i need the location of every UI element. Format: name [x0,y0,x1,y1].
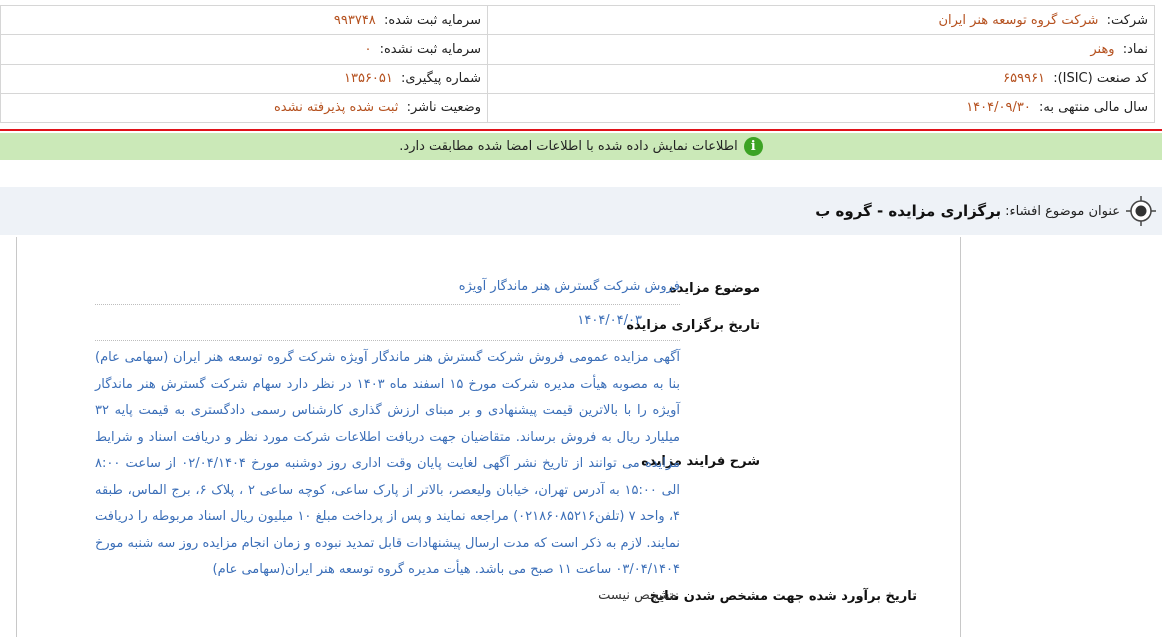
symbol-cell: نماد: وهنر [487,34,1155,65]
tracking-cell: شماره پیگیری: ۱۳۵۶۰۵۱ [0,63,488,94]
company-info-table: شرکت: شرکت گروه توسعه هنر ایران سرمایه ث… [0,4,1155,124]
registered-capital-value: ۹۹۳۷۴۸ [333,12,376,28]
isic-cell: کد صنعت (ISIC): ۶۵۹۹۶۱ [487,63,1155,94]
publisher-status-label: وضعیت ناشر: [406,100,481,116]
estimate-value: مشخص نیست [598,588,677,603]
company-label: شرکت: [1106,12,1148,28]
red-separator [0,129,1162,131]
target-icon [1126,196,1156,226]
auction-details-panel: موضوع مزایده فروش شرکت گسترش هنر ماندگار… [16,237,961,637]
fiscal-year-label: سال مالی منتهی به: [1038,100,1148,116]
company-cell: شرکت: شرکت گروه توسعه هنر ایران [487,4,1155,36]
publisher-status-cell: وضعیت ناشر: ثبت شده پذیرفته نشده [0,92,488,124]
company-value[interactable]: شرکت گروه توسعه هنر ایران [938,13,1098,28]
symbol-label: نماد: [1122,41,1148,57]
tracking-label: شماره پیگیری: [401,71,481,87]
estimate-row: تاریخ برآورد شده جهت مشخص شدن نتایج مشخص… [17,237,917,617]
tracking-value: ۱۳۵۶۰۵۱ [344,71,393,87]
isic-value: ۶۵۹۹۶۱ [1003,71,1046,87]
verification-notice-bar: i اطلاعات نمایش داده شده با اطلاعات امضا… [0,133,1162,160]
notice-text: اطلاعات نمایش داده شده با اطلاعات امضا ش… [399,139,738,154]
disclosure-topic-bar: عنوان موضوع افشاء: برگزاری مزایده - گروه… [0,187,1162,235]
topic-label: عنوان موضوع افشاء: [1005,203,1120,219]
info-icon: i [743,137,763,156]
isic-label: کد صنعت (ISIC): [1053,71,1148,87]
fiscal-year-value: ۱۴۰۴/۰۹/۳۰ [966,100,1031,116]
estimate-label: تاریخ برآورد شده جهت مشخص شدن نتایج [649,589,917,604]
registered-capital-cell: سرمایه ثبت شده: ۹۹۳۷۴۸ [0,4,488,36]
unregistered-capital-value: ۰ [364,41,372,57]
notice-content: i اطلاعات نمایش داده شده با اطلاعات امضا… [399,137,763,156]
symbol-value[interactable]: وهنر [1090,42,1114,57]
fiscal-year-cell: سال مالی منتهی به: ۱۴۰۴/۰۹/۳۰ [487,92,1155,124]
topic-title: برگزاری مزایده - گروه ب [815,202,1002,220]
unregistered-capital-label: سرمایه ثبت نشده: [379,41,481,57]
registered-capital-label: سرمایه ثبت شده: [383,12,481,28]
publisher-status-value: ثبت شده پذیرفته نشده [274,100,399,116]
unregistered-capital-cell: سرمایه ثبت نشده: ۰ [0,34,488,65]
